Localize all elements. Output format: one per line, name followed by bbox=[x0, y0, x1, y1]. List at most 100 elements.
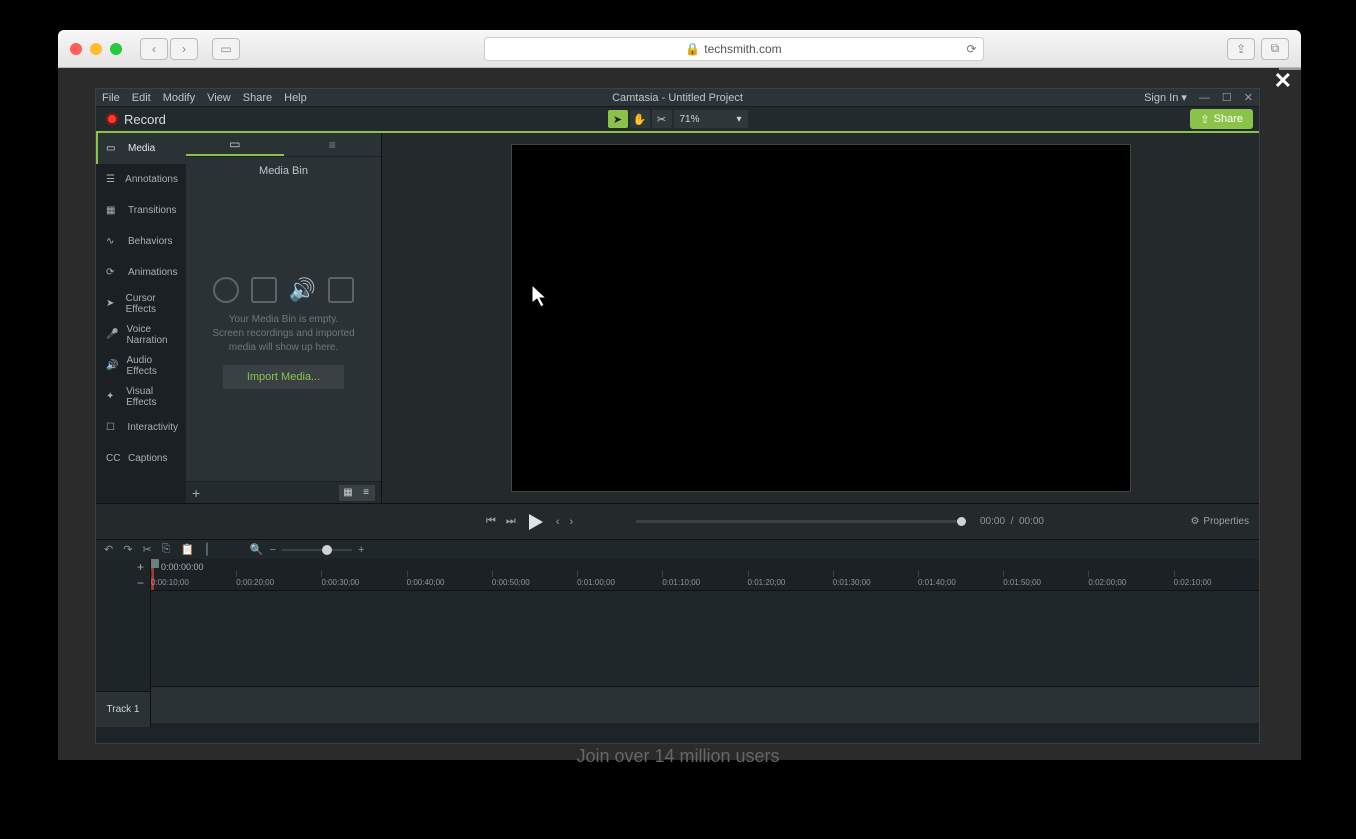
sidebar-item-voice-narration[interactable]: 🎤Voice Narration bbox=[96, 319, 186, 350]
forward-button[interactable]: › bbox=[170, 38, 198, 60]
app-minimize-button[interactable]: — bbox=[1199, 92, 1210, 104]
app-toolbar: Record ➤ ✋ ✂ 71%▾ ⇧ Share bbox=[96, 107, 1259, 133]
playback-scrubber[interactable] bbox=[636, 520, 966, 523]
wand-icon: ✦ bbox=[106, 391, 118, 403]
transitions-icon: ▦ bbox=[106, 205, 120, 217]
sidebar-item-visual-effects[interactable]: ✦Visual Effects bbox=[96, 381, 186, 412]
close-overlay-button[interactable]: ✕ bbox=[1274, 68, 1292, 94]
sidebar-item-captions[interactable]: CCCaptions bbox=[96, 443, 186, 474]
zoom-fit-button[interactable]: 🔍 bbox=[250, 543, 264, 556]
browser-titlebar: ‹ › ▭ 🔒 techsmith.com ⟳ ⇪ ⧉ bbox=[58, 30, 1301, 68]
camtasia-app: File Edit Modify View Share Help Camtasi… bbox=[95, 88, 1260, 744]
ruler-tick: 0:00:50;00 bbox=[492, 575, 577, 591]
menu-edit[interactable]: Edit bbox=[132, 92, 151, 104]
reload-icon[interactable]: ⟳ bbox=[966, 42, 976, 56]
track-label[interactable]: Track 1 bbox=[96, 691, 150, 727]
timeline-ruler[interactable]: 0:00:00:00 0:00:10;000:00:20;000:00:30;0… bbox=[151, 559, 1259, 591]
undo-button[interactable]: ↶ bbox=[104, 543, 113, 556]
share-button[interactable]: ⇧ Share bbox=[1190, 109, 1253, 129]
menu-share[interactable]: Share bbox=[243, 92, 272, 104]
sidebar-item-annotations[interactable]: ☰Annotations bbox=[96, 164, 186, 195]
sidebar-item-audio-effects[interactable]: 🔊Audio Effects bbox=[96, 350, 186, 381]
media-icon: ▭ bbox=[106, 143, 120, 155]
audio-icon: 🔊 bbox=[289, 277, 316, 303]
menu-help[interactable]: Help bbox=[284, 92, 307, 104]
crop-tool[interactable]: ✂ bbox=[652, 110, 672, 128]
chevron-down-icon: ▾ bbox=[736, 114, 741, 125]
bin-tab-clips[interactable]: ▭ bbox=[186, 133, 284, 156]
add-media-button[interactable]: + bbox=[192, 485, 200, 501]
sidebar-item-transitions[interactable]: ▦Transitions bbox=[96, 195, 186, 226]
tool-sidebar: ▭Media ☰Annotations ▦Transitions ∿Behavi… bbox=[96, 133, 186, 503]
next-frame-button[interactable]: ⏭ bbox=[506, 515, 516, 528]
cursor-icon: ➤ bbox=[106, 298, 118, 310]
film-icon bbox=[251, 277, 277, 303]
gear-icon: ⚙ bbox=[1190, 516, 1199, 527]
cut-button[interactable]: ✂ bbox=[142, 543, 151, 556]
import-media-button[interactable]: Import Media... bbox=[223, 365, 344, 389]
close-window-button[interactable] bbox=[70, 43, 82, 55]
back-button[interactable]: ‹ bbox=[140, 38, 168, 60]
track-row-empty[interactable] bbox=[151, 591, 1259, 687]
cursor-arrow-icon bbox=[532, 285, 552, 309]
step-forward-button[interactable]: › bbox=[569, 516, 573, 528]
address-bar[interactable]: 🔒 techsmith.com ⟳ bbox=[484, 37, 984, 61]
app-close-button[interactable]: ✕ bbox=[1244, 91, 1253, 104]
app-maximize-button[interactable]: ☐ bbox=[1222, 91, 1232, 104]
sidebar-item-animations[interactable]: ⟳Animations bbox=[96, 257, 186, 288]
ruler-tick: 0:00:20;00 bbox=[236, 575, 321, 591]
minimize-window-button[interactable] bbox=[90, 43, 102, 55]
ruler-tick: 0:00:30;00 bbox=[321, 575, 406, 591]
menu-modify[interactable]: Modify bbox=[163, 92, 195, 104]
captions-icon: CC bbox=[106, 453, 120, 465]
canvas-zoom-select[interactable]: 71%▾ bbox=[674, 110, 748, 128]
share-button-safari[interactable]: ⇪ bbox=[1227, 38, 1255, 60]
sign-in-button[interactable]: Sign In ▾ bbox=[1144, 91, 1187, 104]
media-bin-panel: ▭ ≡ Media Bin 🔊 Your Media Bin is empty.… bbox=[186, 133, 382, 503]
timeline-start-time: 0:00:00:00 bbox=[161, 562, 204, 572]
step-back-button[interactable]: ‹ bbox=[556, 516, 560, 528]
upload-icon: ⇧ bbox=[1200, 113, 1209, 126]
record-circle-icon bbox=[213, 277, 239, 303]
sidebar-item-cursor-effects[interactable]: ➤Cursor Effects bbox=[96, 288, 186, 319]
select-tool[interactable]: ➤ bbox=[608, 110, 628, 128]
remove-track-button[interactable]: − bbox=[137, 576, 144, 590]
bin-tab-library[interactable]: ≡ bbox=[284, 133, 382, 156]
split-button[interactable]: ⎮ bbox=[204, 543, 210, 556]
sidebar-toggle[interactable]: ▭ bbox=[212, 38, 240, 60]
record-button[interactable]: Record bbox=[96, 112, 176, 127]
paste-button[interactable]: 📋 bbox=[180, 543, 194, 556]
timeline-zoom-slider[interactable] bbox=[282, 549, 352, 551]
ruler-tick: 0:01:30;00 bbox=[833, 575, 918, 591]
zoom-out-button[interactable]: − bbox=[270, 544, 276, 556]
preview-canvas[interactable] bbox=[511, 144, 1131, 492]
sidebar-item-media[interactable]: ▭Media bbox=[96, 133, 186, 164]
redo-button[interactable]: ↷ bbox=[123, 543, 132, 556]
animations-icon: ⟳ bbox=[106, 267, 120, 279]
add-track-button[interactable]: + bbox=[137, 560, 144, 574]
tabs-button[interactable]: ⧉ bbox=[1261, 38, 1289, 60]
play-button[interactable] bbox=[526, 512, 546, 532]
maximize-window-button[interactable] bbox=[110, 43, 122, 55]
sidebar-item-interactivity[interactable]: ☐Interactivity bbox=[96, 412, 186, 443]
canvas-area bbox=[382, 133, 1259, 503]
copy-button[interactable]: ⎘ bbox=[162, 543, 171, 556]
ruler-tick: 0:00:40;00 bbox=[407, 575, 492, 591]
ruler-tick: 0:02:00;00 bbox=[1088, 575, 1173, 591]
bin-empty-message: Your Media Bin is empty. Screen recordin… bbox=[200, 313, 367, 355]
menu-view[interactable]: View bbox=[207, 92, 231, 104]
menu-file[interactable]: File bbox=[102, 92, 120, 104]
annotations-icon: ☰ bbox=[106, 174, 117, 186]
url-host: techsmith.com bbox=[704, 42, 781, 56]
pan-tool[interactable]: ✋ bbox=[630, 110, 650, 128]
prev-frame-button[interactable]: ⏮ bbox=[486, 515, 496, 528]
track-row-1[interactable] bbox=[151, 687, 1259, 723]
ruler-tick: 0:00:10;00 bbox=[151, 575, 236, 591]
bin-empty-icons: 🔊 bbox=[213, 277, 354, 303]
image-icon bbox=[328, 277, 354, 303]
sidebar-item-behaviors[interactable]: ∿Behaviors bbox=[96, 226, 186, 257]
properties-button[interactable]: ⚙ Properties bbox=[1190, 516, 1249, 527]
list-view-button[interactable]: ≡ bbox=[357, 485, 375, 501]
grid-view-button[interactable]: ▦ bbox=[339, 485, 357, 501]
zoom-in-button[interactable]: + bbox=[358, 544, 364, 556]
